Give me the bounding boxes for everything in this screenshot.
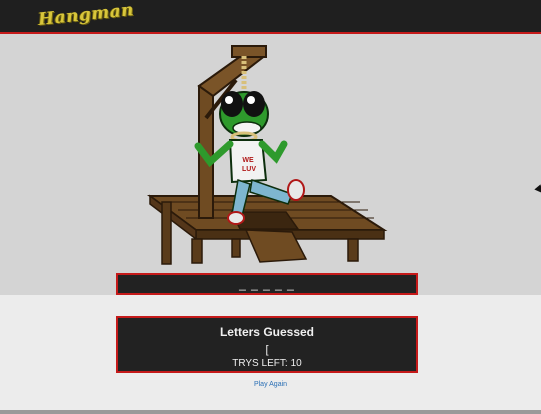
bottom-scrollbar-strip — [0, 410, 541, 414]
gallows-leg — [161, 201, 172, 265]
word-display: _ _ _ _ _ — [116, 273, 418, 295]
letters-guessed-title: Letters Guessed — [219, 325, 315, 339]
play-again-link[interactable]: Play Again — [0, 381, 541, 388]
letters-guessed-list: [ — [265, 344, 269, 356]
hangman-logo[interactable]: Hangman — [37, 0, 135, 30]
gallows-leg — [231, 238, 241, 258]
gallows-leg — [191, 238, 203, 264]
svg-text:LUV: LUV — [242, 166, 256, 173]
svg-text:WE: WE — [242, 157, 254, 164]
top-nav-bar: Hangman — [0, 0, 541, 34]
trys-left-count: 10 — [290, 358, 302, 369]
letters-guessed-panel: Letters Guessed [ TRYS LEFT: 10 — [116, 316, 418, 373]
trys-left-label: TRYS LEFT: — [232, 358, 288, 369]
word-mask: _ _ _ _ _ — [239, 277, 295, 291]
gallows-leg — [347, 238, 359, 262]
hangman-illustration: WE LUV — [0, 34, 541, 295]
trys-left-row: TRYS LEFT: 10 — [118, 358, 416, 369]
